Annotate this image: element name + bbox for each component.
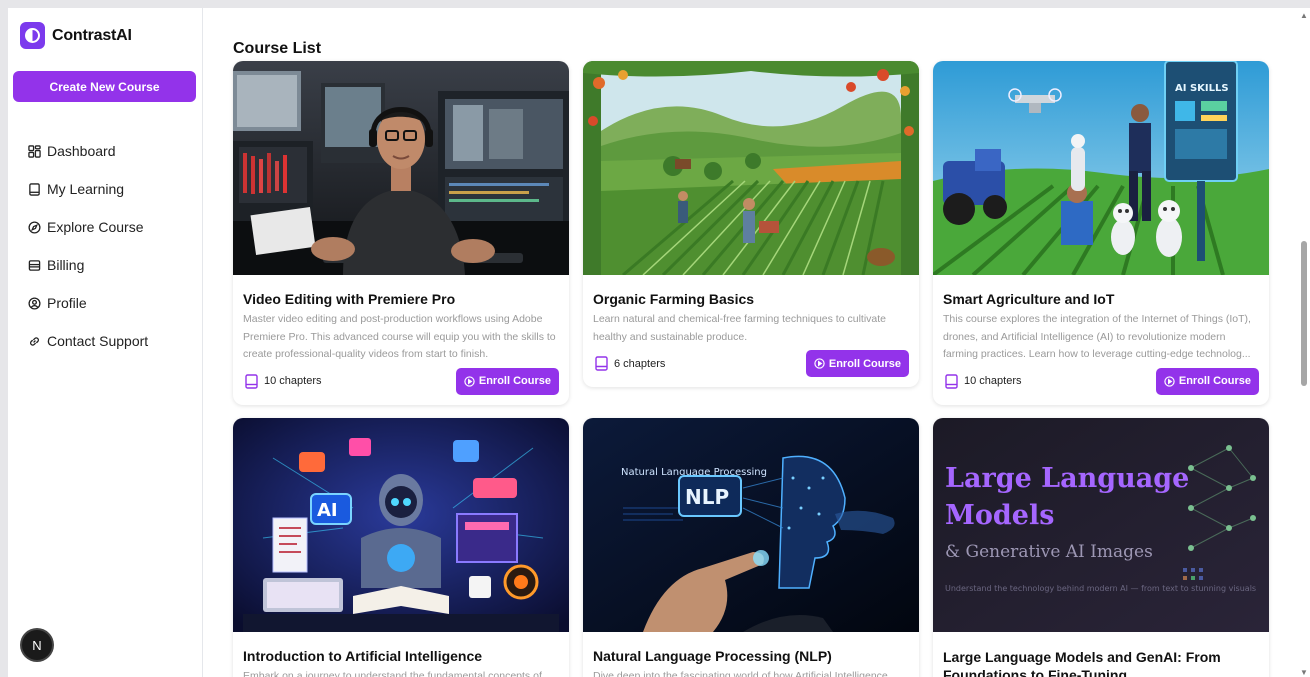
course-thumbnail: AI SKILLS [933,61,1269,275]
brand-name: ContrastAI [52,26,132,44]
llm-tagline: Understand the technology behind modern … [945,584,1257,593]
course-title: Smart Agriculture and IoT [943,291,1115,307]
sidebar-item-label: Contact Support [47,333,149,349]
user-circle-icon [28,296,41,310]
link-icon [28,335,41,348]
enroll-label: Enroll Course [478,375,551,387]
ai-skills-sign-text: AI SKILLS [1175,83,1229,94]
course-thumbnail: AI [233,418,569,632]
sidebar-item-label: My Learning [47,181,125,197]
play-circle-icon [1164,375,1175,387]
book-icon [28,182,41,196]
llm-subheadline: & Generative AI Images [945,542,1153,562]
course-title: Large Language Models and GenAI: From Fo… [943,649,1221,677]
avatar[interactable]: N [22,630,52,660]
chapter-count-text: 6 chapters [614,357,666,370]
sidebar-item-contact-support[interactable]: Contact Support [28,322,148,360]
scrollbar[interactable]: ▲ ▼ [1298,8,1310,677]
course-card[interactable]: Video Editing with Premiere Pro Master v… [233,61,569,405]
chapter-count-text: 10 chapters [964,375,1022,387]
sidebar-item-my-learning[interactable]: My Learning [28,170,148,208]
ai-badge-text: AI [317,500,338,521]
dashboard-grid-icon [28,144,41,158]
brand[interactable]: ContrastAI [20,22,132,49]
sidebar-item-billing[interactable]: Billing [28,246,148,284]
course-description: Master video editing and post-production… [243,313,556,360]
nlp-badge-text: NLP [685,485,729,509]
course-card[interactable]: Large Language Models & Generative AI Im… [933,418,1269,677]
course-description: Dive deep into the fascinating world of … [593,670,888,677]
course-thumbnail [583,61,919,275]
course-card[interactable]: AI SKILLS Smart Agriculture and IoT This… [933,61,1269,405]
main-content: Course List Video Editing with Premiere … [204,8,1310,677]
sidebar-item-label: Billing [47,257,85,273]
course-description: This course explores the integration of … [943,313,1251,360]
sidebar-item-label: Dashboard [47,143,116,159]
sidebar-nav: Dashboard My Learning Explore Course Bil… [28,132,148,360]
enroll-course-button[interactable]: Enroll Course [805,350,909,377]
llm-headline-2: Models [945,500,1055,531]
course-title: Natural Language Processing (NLP) [593,648,832,664]
course-card[interactable]: Natural Language Processing NLP Natural … [583,418,919,677]
course-thumbnail: Large Language Models & Generative AI Im… [933,418,1269,632]
chapter-count: 6 chapters [593,356,665,371]
sidebar-item-label: Explore Course [47,219,144,235]
sidebar-item-label: Profile [47,295,87,311]
enroll-course-button[interactable]: Enroll Course [455,367,559,395]
enroll-label: Enroll Course [828,357,901,370]
llm-headline-1: Large Language [945,463,1190,494]
play-circle-icon [464,375,475,387]
scroll-up-icon[interactable]: ▲ [1300,11,1308,20]
course-thumbnail [233,61,569,275]
scroll-down-icon[interactable]: ▼ [1300,668,1308,677]
course-title: Introduction to Artificial Intelligence [243,648,483,664]
scroll-thumb[interactable] [1301,241,1307,386]
course-description: Embark on a journey to understand the fu… [243,670,542,677]
book-icon [245,373,258,389]
app-window: ContrastAI Create New Course Dashboard M… [8,8,1310,677]
book-icon [595,356,608,371]
sidebar: ContrastAI Create New Course Dashboard M… [8,8,203,677]
course-description: Learn natural and chemical-free farming … [593,313,886,343]
chapter-count: 10 chapters [943,373,1022,389]
enroll-course-button[interactable]: Enroll Course [1155,367,1259,395]
page-title: Course List [233,40,322,57]
sidebar-item-profile[interactable]: Profile [28,284,148,322]
chapter-count: 10 chapters [243,373,322,389]
course-title: Organic Farming Basics [593,291,755,307]
play-circle-icon [814,358,825,369]
course-card[interactable]: Organic Farming Basics Learn natural and… [583,61,919,387]
enroll-label: Enroll Course [1178,375,1251,387]
chapter-count-text: 10 chapters [264,375,322,387]
compass-icon [28,220,41,234]
book-icon [945,373,958,389]
create-new-course-button[interactable]: Create New Course [13,71,196,102]
course-thumbnail: Natural Language Processing NLP [583,418,919,632]
sidebar-item-explore-course[interactable]: Explore Course [28,208,148,246]
logo-icon [20,22,45,49]
wallet-icon [28,259,41,272]
course-card[interactable]: AI Introduction to Artificial Intelligen… [233,418,569,677]
course-title: Video Editing with Premiere Pro [243,291,456,307]
sidebar-item-dashboard[interactable]: Dashboard [28,132,148,170]
